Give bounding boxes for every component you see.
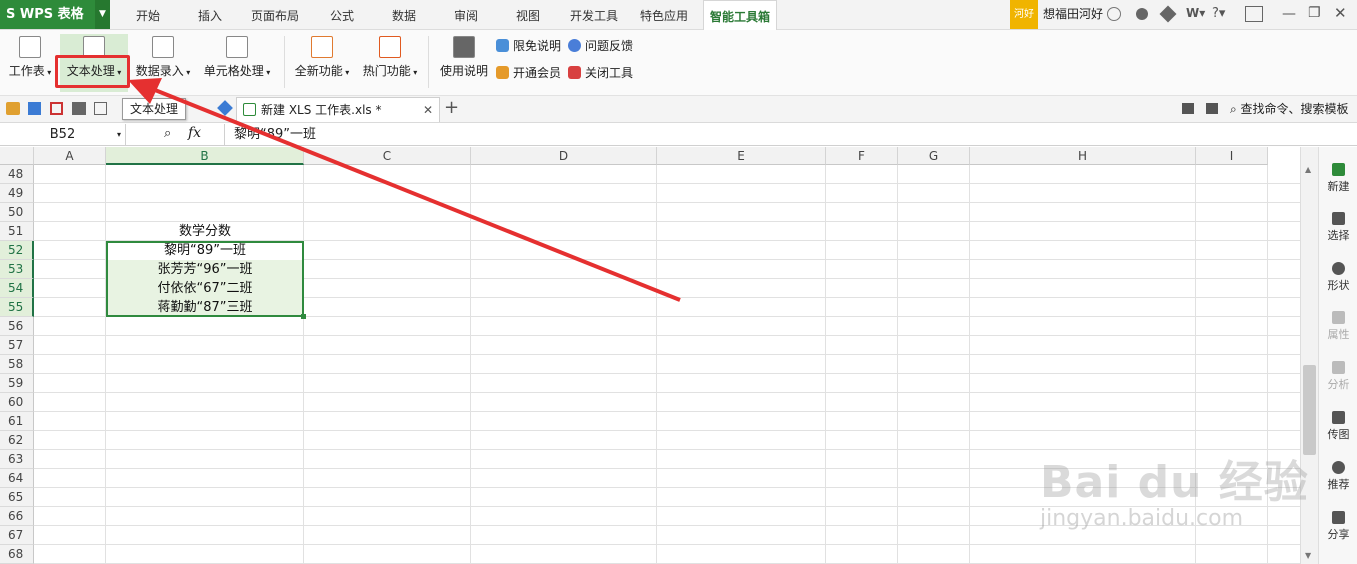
arrow-shaft — [149, 86, 681, 302]
annotation-arrow — [128, 78, 681, 302]
